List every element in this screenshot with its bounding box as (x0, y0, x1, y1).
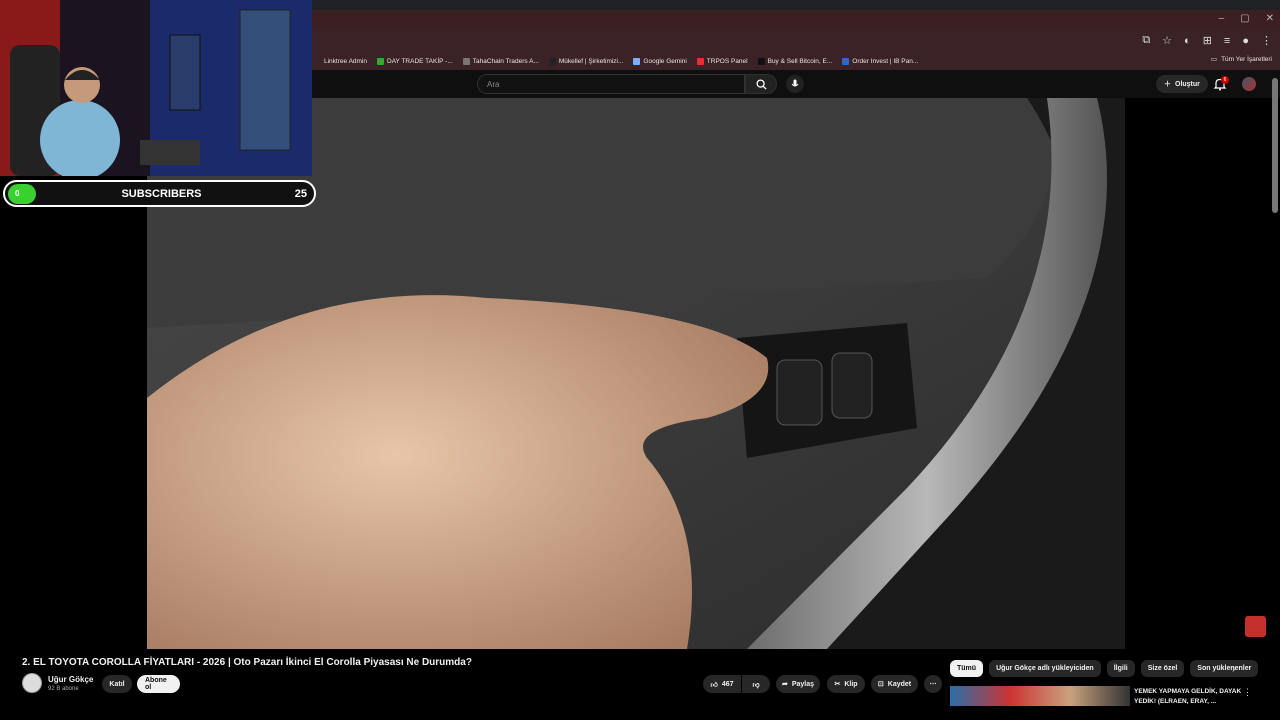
address-bar[interactable] (312, 30, 1280, 52)
minimize-icon[interactable]: – (1219, 13, 1225, 24)
all-bookmarks[interactable]: ▭ Tüm Yer İşaretleri (1210, 55, 1272, 64)
chevron-right-icon[interactable]: › (1232, 664, 1235, 675)
account-avatar[interactable] (1242, 77, 1256, 91)
recommended-video-title[interactable]: YEMEK YAPMAYA GELDİK, DAYAK YEDİK! (ELRA… (1134, 687, 1242, 707)
mic-icon (791, 79, 799, 87)
bookmark-icon (696, 57, 704, 65)
bookmark-item[interactable]: TRPOS Panel (696, 57, 748, 65)
bookmark-item[interactable]: Google Gemini (633, 57, 687, 65)
search-input[interactable]: Ara (477, 74, 745, 94)
thumbs-up-icon: 👍︎ (710, 681, 718, 689)
recommended-video-thumbnail[interactable] (950, 686, 1130, 706)
webcam-overlay (0, 0, 312, 176)
more-actions-button[interactable]: ⋯ (924, 675, 942, 693)
subscriber-goal-count: 25 (294, 188, 307, 200)
bookmark-item[interactable]: Buy & Sell Bitcoin, E... (757, 57, 832, 65)
chip-for-you[interactable]: Size özel (1140, 660, 1185, 677)
gemini-icon (633, 57, 641, 65)
chip-all[interactable]: Tümü (950, 660, 984, 677)
search-button[interactable] (745, 74, 777, 94)
like-button[interactable]: 👍︎ 467 (703, 675, 741, 693)
video-title: 2. EL TOYOTA COROLLA FİYATLARI - 2026 | … (22, 657, 472, 668)
scissors-icon: ✂ (834, 681, 841, 688)
chip-related[interactable]: İlgili (1106, 660, 1135, 677)
search-icon (755, 78, 767, 90)
plus-icon: ＋ (1164, 81, 1171, 88)
profile-icon[interactable]: ● (1242, 35, 1249, 47)
recommendation-filter-chips: Tümü Uğur Gökçe adlı yükleyiciden İlgili… (950, 660, 1259, 677)
close-icon[interactable]: ✕ (1266, 13, 1274, 24)
subscribe-button[interactable]: Abone ol (137, 675, 180, 693)
ellipsis-icon: ⋯ (929, 681, 937, 688)
bookmark-item[interactable]: TahaChain Traders A... (462, 57, 539, 65)
notification-badge: 6 (1221, 76, 1229, 84)
extension-icon[interactable]: ◐ (1184, 35, 1191, 47)
tab-strip[interactable] (312, 10, 1280, 30)
join-button[interactable]: Katıl (102, 675, 132, 693)
save-button[interactable]: ⊡ Kaydet (871, 675, 918, 693)
channel-subscriber-count: 92 B abone (48, 686, 79, 692)
bookmarks-bar: Linktree Admin DAY TRADE TAKİP -... Taha… (312, 52, 1280, 70)
page-scrollbar[interactable] (1272, 78, 1278, 213)
create-button[interactable]: ＋ Oluştur (1156, 75, 1208, 93)
subscriber-goal-bar: 0 SUBSCRIBERS 25 (3, 180, 316, 207)
bookmark-icon (757, 57, 765, 65)
subscribe-watermark-icon[interactable] (1245, 616, 1266, 637)
media-icon[interactable]: ≡ (1224, 35, 1230, 47)
bookmark-icon (842, 57, 850, 65)
bookmark-icon: ⊡ (877, 681, 884, 688)
webcam-image (0, 0, 312, 176)
channel-name[interactable]: Uğur Gökçe (48, 675, 93, 684)
share-button[interactable]: ➦ Paylaş (776, 675, 820, 693)
window-controls: – ▢ ✕ (1219, 13, 1274, 24)
bookmark-icon (377, 57, 384, 65)
puzzle-icon[interactable]: ⊞ (1203, 34, 1212, 47)
share-icon: ➦ (781, 681, 788, 688)
thumbs-down-icon: 👎︎ (752, 681, 760, 689)
channel-avatar[interactable] (22, 673, 42, 693)
folder-icon: ▭ (1210, 56, 1218, 63)
bookmark-icon (462, 57, 470, 65)
toolbar-icons: ⧉ ☆ ◐ ⊞ ≡ ● ⋮ (1142, 34, 1272, 47)
bookmark-item[interactable]: Mükellef | Şirketimizi... (548, 57, 623, 65)
bookmark-icon (548, 57, 556, 65)
bookmark-item[interactable]: DAY TRADE TAKİP -... (377, 57, 453, 65)
maximize-icon[interactable]: ▢ (1240, 13, 1249, 24)
menu-icon[interactable]: ⋮ (1261, 34, 1272, 47)
dislike-button[interactable]: 👎︎ (742, 675, 770, 693)
bookmark-item[interactable]: Order Invest | IB Pan... (842, 57, 918, 65)
bookmark-item[interactable]: Linktree Admin (314, 57, 367, 65)
chip-recently-uploaded[interactable]: Son yüklenenler (1190, 660, 1259, 677)
star-icon[interactable]: ☆ (1162, 34, 1172, 47)
voice-search-button[interactable] (786, 75, 804, 93)
bookmark-icon (314, 57, 321, 65)
subscriber-goal-label: SUBSCRIBERS (121, 188, 202, 200)
cast-icon[interactable]: ⧉ (1142, 34, 1150, 47)
kebab-menu-icon[interactable]: ⋮ (1243, 687, 1252, 698)
clip-button[interactable]: ✂ Klip (827, 675, 865, 693)
chip-from-uploader[interactable]: Uğur Gökçe adlı yükleyiciden (989, 660, 1101, 677)
